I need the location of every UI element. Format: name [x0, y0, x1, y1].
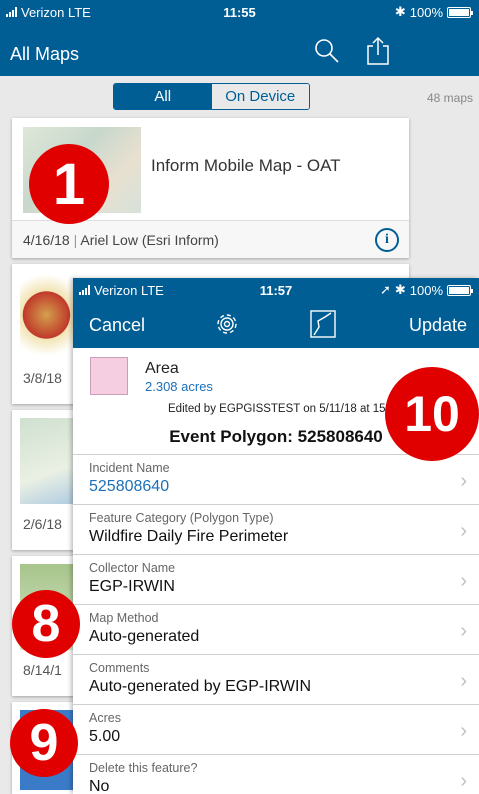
callout-badge-8: 8	[12, 590, 80, 658]
battery-icon	[447, 284, 473, 296]
bluetooth-icon: ✱	[394, 4, 406, 19]
chevron-right-icon: ›	[460, 670, 467, 692]
edit-feature-screen: Verizon LTE 11:57 ➚ ✱ 100% Cancel Update…	[73, 278, 479, 794]
status-bar: Verizon LTE 11:57 ➚ ✱ 100%	[73, 278, 479, 302]
chevron-right-icon: ›	[460, 520, 467, 542]
share-icon[interactable]	[366, 36, 390, 66]
field-value: Wildfire Daily Fire Perimeter	[89, 528, 289, 545]
field-label: Map Method	[89, 611, 159, 625]
location-icon: ➚	[379, 282, 391, 297]
status-bar: Verizon LTE 11:55 ✱ 100%	[0, 0, 479, 24]
segment-on-device[interactable]: On Device	[211, 84, 309, 109]
map-icon[interactable]	[309, 309, 337, 339]
map-date: 4/16/18	[23, 232, 70, 248]
bluetooth-icon: ✱	[394, 282, 406, 297]
field-delete-feature[interactable]: Delete this feature? No ›	[73, 754, 479, 794]
field-incident-name[interactable]: Incident Name 525808640 ›	[73, 454, 479, 504]
field-collector-name[interactable]: Collector Name EGP-IRWIN ›	[73, 554, 479, 604]
edit-nav-bar: Verizon LTE 11:57 ➚ ✱ 100% Cancel Update	[73, 278, 479, 348]
field-value: Auto-generated	[89, 628, 200, 645]
filter-segmented-control: All On Device	[113, 83, 310, 110]
callout-badge-1: 1	[29, 144, 109, 224]
chevron-right-icon: ›	[460, 720, 467, 742]
battery-percent: 100%	[409, 4, 443, 20]
field-value: 525808640	[89, 478, 170, 495]
callout-badge-10: 10	[385, 367, 479, 461]
field-value: 5.00	[89, 728, 121, 745]
cancel-button[interactable]: Cancel	[89, 315, 145, 336]
field-map-method[interactable]: Map Method Auto-generated ›	[73, 604, 479, 654]
page-title: All Maps	[10, 44, 80, 64]
field-value: EGP-IRWIN	[89, 578, 175, 595]
field-label: Acres	[89, 711, 121, 725]
battery-icon	[447, 6, 473, 18]
field-acres[interactable]: Acres 5.00 ›	[73, 704, 479, 754]
map-date: 8/14/1	[23, 662, 62, 678]
field-feature-category[interactable]: Feature Category (Polygon Type) Wildfire…	[73, 504, 479, 554]
battery-info: ✱ 100%	[394, 4, 473, 20]
map-author: Ariel Low (Esri Inform)	[80, 232, 219, 248]
edited-info: Edited by EGPGISSTEST on 5/11/18 at 15	[168, 403, 386, 415]
polygon-swatch	[90, 357, 128, 395]
update-button[interactable]: Update	[409, 315, 467, 336]
field-label: Delete this feature?	[89, 761, 198, 775]
search-icon[interactable]	[314, 38, 340, 64]
chevron-right-icon: ›	[460, 620, 467, 642]
info-icon[interactable]: i	[375, 228, 399, 252]
battery-percent: 100%	[409, 282, 443, 298]
chevron-right-icon: ›	[460, 770, 467, 792]
chevron-right-icon: ›	[460, 570, 467, 592]
map-name: Inform Mobile Map - OAT	[151, 156, 341, 175]
map-date: 2/6/18	[23, 516, 62, 532]
field-comments[interactable]: Comments Auto-generated by EGP-IRWIN ›	[73, 654, 479, 704]
map-meta: 4/16/18 | Ariel Low (Esri Inform)	[23, 232, 219, 248]
field-label: Incident Name	[89, 461, 170, 475]
area-acres: 2.308 acres	[145, 379, 213, 394]
field-label: Comments	[89, 661, 150, 675]
maps-count: 48 maps	[426, 91, 473, 105]
field-label: Feature Category (Polygon Type)	[89, 511, 274, 525]
segment-all[interactable]: All	[114, 84, 212, 109]
callout-badge-9: 9	[10, 709, 78, 777]
all-maps-nav-bar: Verizon LTE 11:55 ✱ 100% All Maps	[0, 0, 479, 76]
field-value: No	[89, 778, 110, 794]
battery-info: ➚ ✱ 100%	[379, 282, 473, 298]
field-value: Auto-generated by EGP-IRWIN	[89, 678, 312, 695]
gear-icon[interactable]	[213, 310, 241, 338]
area-label: Area	[145, 360, 179, 377]
map-card-footer: 4/16/18 | Ariel Low (Esri Inform) i	[12, 220, 409, 258]
map-date: 3/8/18	[23, 370, 62, 386]
chevron-right-icon: ›	[460, 470, 467, 492]
field-label: Collector Name	[89, 561, 176, 575]
